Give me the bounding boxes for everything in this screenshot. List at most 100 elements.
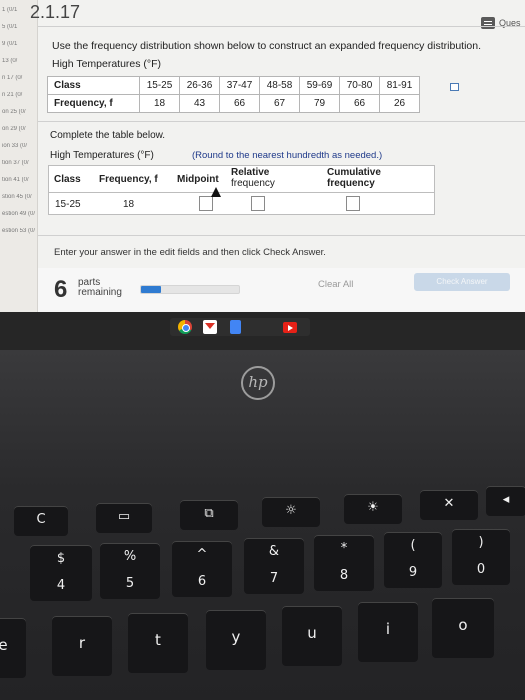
parts-remaining-count: 6 xyxy=(54,276,68,303)
key-r[interactable]: r xyxy=(52,616,112,676)
frequency-cell: 79 xyxy=(299,94,340,113)
key-7[interactable]: & 7 xyxy=(244,538,304,594)
brightness-down-key[interactable]: ☼ xyxy=(262,497,320,527)
frequency-table-title: High Temperatures (°F) xyxy=(52,58,162,70)
answer-table-title: High Temperatures (°F) xyxy=(50,150,154,161)
question-list-item[interactable]: on 25 (0/ xyxy=(2,109,38,121)
cumulative-frequency-header-line1: Cumulative xyxy=(327,167,381,178)
key-0-upper: ) xyxy=(478,535,484,550)
key-y[interactable]: y xyxy=(206,610,266,670)
frequency-column-header: Frequency, f xyxy=(99,174,158,185)
divider xyxy=(38,235,525,236)
question-list-item[interactable]: 5 (0/1 xyxy=(2,24,38,36)
question-list-item[interactable]: estion 53 (0/ xyxy=(2,228,38,240)
copy-to-clipboard-icon[interactable] xyxy=(450,83,459,91)
key-e-label: e xyxy=(0,636,8,654)
key-7-upper: & xyxy=(268,544,280,559)
relative-frequency-header-line2: frequency xyxy=(231,178,275,189)
key-4[interactable]: $ 4 xyxy=(30,545,92,601)
relative-frequency-input[interactable] xyxy=(251,196,265,211)
question-list-item[interactable]: stion 45 (0/ xyxy=(2,194,38,206)
volume-icon: ◂ xyxy=(502,492,510,507)
frequency-cell: 67 xyxy=(259,94,300,113)
question-list-item[interactable]: tion 41 (0/ xyxy=(2,177,38,189)
mute-key[interactable]: ✕ xyxy=(420,490,478,520)
key-0[interactable]: ) 0 xyxy=(452,529,510,585)
key-t-label: t xyxy=(155,631,161,649)
list-icon xyxy=(481,17,495,29)
hp-logo: hp xyxy=(241,366,275,400)
problem-instructions: Use the frequency distribution shown bel… xyxy=(52,40,482,52)
key-5-upper: % xyxy=(123,549,137,564)
key-o-label: o xyxy=(458,616,468,634)
cumulative-frequency-input[interactable] xyxy=(346,196,360,211)
class-column-header: Class xyxy=(54,174,81,185)
key-e[interactable]: e xyxy=(0,618,26,678)
key-9[interactable]: ( 9 xyxy=(384,532,442,588)
question-list-item[interactable]: on 29 (0/ xyxy=(2,126,38,138)
clear-all-button[interactable]: Clear All xyxy=(318,279,353,290)
table-row: Class 15-25 26-36 37-47 48-58 59-69 70-8… xyxy=(47,76,420,95)
midpoint-input[interactable] xyxy=(199,196,213,211)
class-cell: 48-58 xyxy=(259,76,300,95)
question-list-item[interactable]: estion 49 (0/ xyxy=(2,211,38,223)
key-y-label: y xyxy=(231,628,241,646)
key-u-label: u xyxy=(307,624,317,642)
class-cell: 70-80 xyxy=(339,76,380,95)
cumulative-frequency-header-line2: frequency xyxy=(327,178,375,189)
brightness-up-key[interactable]: ☀ xyxy=(344,494,402,524)
question-list-item[interactable]: tion 37 (0/ xyxy=(2,160,38,172)
key-9-lower: 9 xyxy=(408,565,418,580)
key-4-upper: $ xyxy=(56,551,66,566)
question-list-item[interactable]: 9 (0/1 xyxy=(2,41,38,53)
question-menu-button[interactable]: Ques xyxy=(477,14,523,32)
complete-table-prompt: Complete the table below. xyxy=(50,130,166,141)
overview-key[interactable]: ⧉ xyxy=(180,500,238,530)
key-t[interactable]: t xyxy=(128,613,188,673)
mouse-cursor-icon xyxy=(211,187,221,197)
key-o[interactable]: o xyxy=(432,598,494,658)
fullscreen-icon: ▭ xyxy=(117,509,131,524)
screen: 1 (0/1 5 (0/1 9 (0/1 13 (0/n 17 (0/n 21 (0/… xyxy=(0,0,525,312)
key-i[interactable]: i xyxy=(358,602,418,662)
frequency-cell: 66 xyxy=(339,94,380,113)
frequency-cell: 43 xyxy=(179,94,220,113)
key-6-lower: 6 xyxy=(197,574,207,589)
question-list-item[interactable]: n 17 (0/ xyxy=(2,75,38,87)
youtube-icon[interactable] xyxy=(283,322,297,333)
key-5[interactable]: % 5 xyxy=(100,543,160,599)
docs-icon[interactable] xyxy=(230,320,241,334)
refresh-key[interactable]: C xyxy=(14,506,68,536)
class-cell: 59-69 xyxy=(299,76,340,95)
class-cell: 81-91 xyxy=(379,76,420,95)
progress-fill xyxy=(141,286,161,293)
key-8[interactable]: * 8 xyxy=(314,535,374,591)
refresh-icon: C xyxy=(36,512,46,527)
table-row: Frequency, f 18 43 66 67 79 66 26 xyxy=(47,94,420,113)
chrome-icon[interactable] xyxy=(178,320,192,334)
key-5-lower: 5 xyxy=(125,576,135,591)
row-frequency-cell: 18 xyxy=(123,199,135,210)
key-0-lower: 0 xyxy=(476,562,486,577)
fullscreen-key[interactable]: ▭ xyxy=(96,503,152,533)
answer-instructions: Enter your answer in the edit fields and… xyxy=(54,247,326,258)
key-u[interactable]: u xyxy=(282,606,342,666)
brightness-up-icon: ☀ xyxy=(367,500,379,515)
divider xyxy=(49,192,434,193)
volume-down-key[interactable]: ◂ xyxy=(486,486,525,516)
question-list-item[interactable]: n 21 (0/ xyxy=(2,92,38,104)
check-answer-button[interactable]: Check Answer xyxy=(414,273,510,291)
key-6[interactable]: ^ 6 xyxy=(172,541,232,597)
key-r-label: r xyxy=(78,634,86,652)
gmail-icon[interactable] xyxy=(203,320,217,334)
midpoint-column-header: Midpoint xyxy=(177,174,219,185)
class-header: Class xyxy=(47,76,140,95)
brightness-down-icon: ☼ xyxy=(285,503,297,518)
class-cell: 26-36 xyxy=(179,76,220,95)
key-8-upper: * xyxy=(340,541,348,556)
frequency-cell: 26 xyxy=(379,94,420,113)
key-4-lower: 4 xyxy=(56,578,66,593)
question-list-item[interactable]: ion 33 (0/ xyxy=(2,143,38,155)
question-list-item[interactable]: 13 (0/ xyxy=(2,58,38,70)
remaining-label: remaining xyxy=(78,287,122,298)
